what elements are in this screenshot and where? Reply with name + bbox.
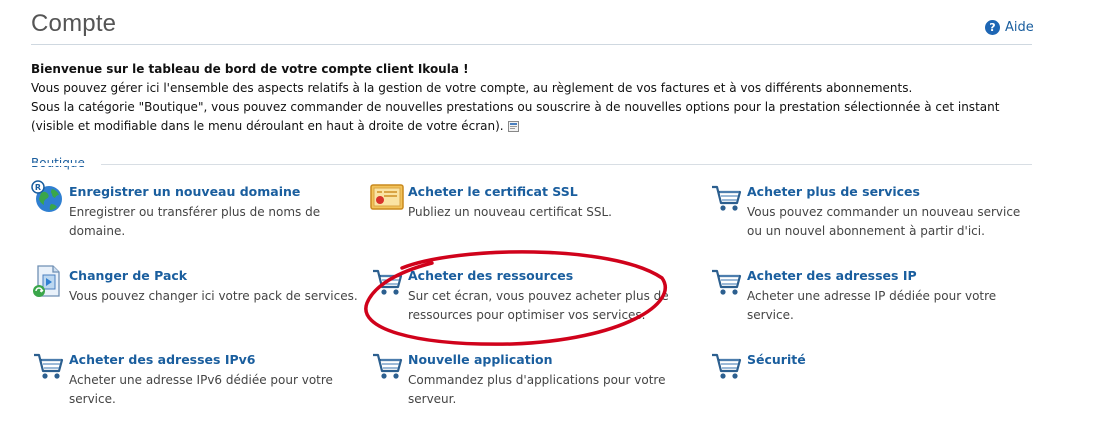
question-circle-icon: ?	[985, 20, 1000, 35]
tile-title[interactable]: Enregistrer un nouveau domaine	[69, 183, 329, 201]
change-pack-icon	[33, 265, 60, 297]
tile-title[interactable]: Acheter plus de services	[747, 183, 1037, 201]
tile-description: Enregistrer ou transférer plus de noms d…	[69, 205, 321, 238]
tile-more-services[interactable]: Acheter plus de services Vous pouvez com…	[709, 183, 1020, 241]
shopping-cart-icon	[712, 353, 742, 379]
intro-line-1: Vous pouvez gérer ici l'ensemble des asp…	[31, 81, 913, 95]
tile-title[interactable]: Nouvelle application	[408, 351, 673, 369]
tile-buy-ipv6-addresses[interactable]: Acheter des adresses IPv6 Acheter une ad…	[31, 351, 334, 409]
tile-ssl-certificate[interactable]: Acheter le certificat SSL Publiez un nou…	[370, 183, 670, 222]
welcome-message: Bienvenue sur le tableau de bord de votr…	[31, 62, 469, 76]
shopping-cart-icon	[373, 353, 403, 379]
tile-title[interactable]: Acheter le certificat SSL	[408, 183, 668, 201]
section-divider	[31, 163, 1032, 166]
tile-description: Publiez un nouveau certificat SSL.	[408, 205, 612, 219]
tile-title[interactable]: Acheter des adresses IPv6	[69, 351, 334, 369]
dropdown-menu-icon	[507, 121, 519, 132]
tile-buy-ip-addresses[interactable]: Acheter des adresses IP Acheter une adre…	[709, 267, 1009, 325]
title-divider	[31, 44, 1032, 45]
tile-new-application[interactable]: Nouvelle application Commandez plus d'ap…	[370, 351, 670, 409]
svg-text:R: R	[35, 183, 41, 192]
tile-description: Acheter une adresse IPv6 dédiée pour vot…	[69, 373, 333, 406]
intro-text: Bienvenue sur le tableau de bord de votr…	[31, 60, 1041, 136]
shopping-cart-icon	[34, 353, 64, 379]
help-link[interactable]: ? Aide	[985, 20, 1034, 35]
tile-description: Vous pouvez commander un nouveau service…	[747, 205, 1021, 238]
tile-title[interactable]: Sécurité	[747, 351, 1012, 369]
tile-description: Acheter une adresse IP dédiée pour votre…	[747, 289, 997, 322]
tile-register-domain[interactable]: R Enregistrer un nouveau domaine Enregis…	[31, 180, 331, 241]
page-title: Compte	[31, 10, 117, 37]
tile-change-pack[interactable]: Changer de Pack Vous pouvez changer ici …	[31, 265, 358, 306]
shopping-cart-icon	[712, 185, 742, 211]
tile-security[interactable]: Sécurité	[709, 351, 1009, 382]
globe-registered-icon: R	[31, 180, 62, 212]
highlight-ellipse-annotation	[364, 250, 667, 346]
tile-title[interactable]: Changer de Pack	[69, 267, 359, 285]
certificate-icon	[370, 184, 404, 210]
shopping-cart-icon	[712, 269, 742, 295]
tile-description: Vous pouvez changer ici votre pack de se…	[69, 289, 358, 303]
tile-description: Commandez plus d'applications pour votre…	[408, 373, 666, 406]
help-label: Aide	[1005, 20, 1034, 35]
tile-title[interactable]: Acheter des adresses IP	[747, 267, 1012, 285]
